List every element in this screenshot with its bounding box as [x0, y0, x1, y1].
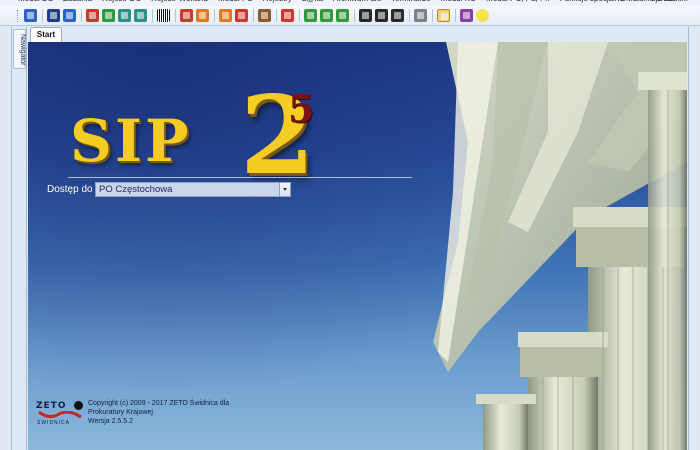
menu-item[interactable]: Archiwum akt — [333, 0, 381, 3]
table-add-icon[interactable] — [134, 9, 147, 22]
zeto-logo-text: ZETO — [36, 401, 67, 411]
menu-item[interactable]: Moduł KO — [441, 0, 477, 3]
folder-blue-icon[interactable] — [24, 9, 37, 22]
add-green-icon[interactable] — [336, 9, 349, 22]
toolbar-grip[interactable] — [17, 10, 19, 22]
menu-item[interactable]: Rejestr DC — [102, 0, 141, 3]
toolbar-buttons — [24, 9, 492, 22]
toolbar-separator — [214, 9, 215, 22]
menu-item[interactable]: Rejestry — [263, 0, 292, 3]
tab-start[interactable]: Start — [30, 27, 62, 43]
document-check-icon[interactable] — [391, 9, 404, 22]
folder-orange-icon[interactable] — [219, 9, 232, 22]
zeto-logo: ZETO ŚWIDNICA — [36, 401, 84, 427]
copy-green-icon[interactable] — [304, 9, 317, 22]
toolbar-separator — [354, 9, 355, 22]
lightbulb-icon[interactable] — [476, 9, 489, 22]
logo-superscript: 5 — [288, 86, 315, 131]
bookmark-red-icon[interactable] — [86, 9, 99, 22]
toolbar-separator — [253, 9, 254, 22]
toolbar-separator — [299, 9, 300, 22]
copyright-line-1: Copyright (c) 2009 - 2017 ZETO Świdnica … — [88, 400, 230, 407]
folder-add-icon[interactable] — [196, 9, 209, 22]
menu-items: Moduł DS Zadania Rejestr DC Rejestr Wokand M… — [18, 0, 688, 3]
hammer-icon[interactable] — [258, 9, 271, 22]
toolbar-separator — [152, 9, 153, 22]
edit-document-icon[interactable] — [118, 9, 131, 22]
logo-divider — [68, 177, 412, 178]
save-all-icon[interactable] — [63, 9, 76, 22]
menu-item[interactable]: Terminarze — [391, 0, 431, 3]
toolbar-separator — [455, 9, 456, 22]
dropdown-arrow-button[interactable] — [279, 183, 290, 196]
barcode-icon[interactable] — [157, 9, 170, 22]
right-border — [688, 27, 700, 450]
menu-item[interactable]: Rejestr Wokand — [151, 0, 208, 3]
calendar-icon[interactable] — [281, 9, 294, 22]
add-document-icon[interactable] — [102, 9, 115, 22]
document-green-icon[interactable] — [320, 9, 333, 22]
access-dropdown[interactable]: PO Częstochowa — [95, 182, 291, 197]
access-label: Dostęp do — [47, 184, 93, 195]
zeto-city-text: ŚWIDNICA — [37, 420, 70, 426]
copyright-line-2: Prokuratury Krajowej — [88, 409, 153, 416]
chevron-down-icon — [283, 188, 287, 191]
zeto-swoosh-icon — [38, 411, 82, 419]
menu-item[interactable]: Okno — [620, 0, 639, 3]
document-edit-icon[interactable] — [375, 9, 388, 22]
menu-item[interactable]: Moduł PS — [218, 0, 253, 3]
version-text: Wersja 2.5.5.2 — [88, 418, 134, 425]
save-blue-icon[interactable] — [47, 9, 60, 22]
menu-item[interactable]: Moduł DS — [18, 0, 53, 3]
navigator-tab[interactable]: Nawigator — [13, 29, 26, 69]
menu-item[interactable]: Pomoc — [651, 0, 676, 3]
copyright-text: Copyright (c) 2009 - 2017 ZETO Świdnica … — [88, 399, 229, 426]
gavel-icon[interactable] — [359, 9, 372, 22]
navigator-label: Nawigator — [19, 34, 26, 66]
document-tab-row: Start — [28, 27, 688, 43]
logo-sip-text: SIP — [70, 107, 192, 175]
zeto-logo-dot — [74, 401, 83, 410]
toolbar-separator — [175, 9, 176, 22]
document-red-icon[interactable] — [235, 9, 248, 22]
menu-item[interactable]: Moduł PC, Pa, Pn — [486, 0, 550, 3]
clipboard-icon[interactable] — [414, 9, 427, 22]
book-red-icon[interactable] — [180, 9, 193, 22]
menu-item[interactable]: Zadania — [63, 0, 92, 3]
eraser-icon[interactable] — [460, 9, 473, 22]
toolbar-separator — [81, 9, 82, 22]
menu-right-items: Okno Pomoc — [620, 0, 676, 3]
toolbar-separator — [42, 9, 43, 22]
menu-item[interactable]: Ł@ka — [302, 0, 323, 3]
toolbar-separator — [432, 9, 433, 22]
toolbar-separator — [276, 9, 277, 22]
courthouse-background-image — [433, 42, 687, 450]
toolbar-separator — [409, 9, 410, 22]
access-dropdown-value: PO Częstochowa — [99, 184, 173, 195]
envelope-icon[interactable] — [437, 9, 450, 22]
splash-panel: SIP 2 5 Dostęp do PO Częstochowa ZETO ŚW… — [28, 42, 687, 450]
menu-item[interactable]: Funkcje specjalne — [560, 0, 624, 3]
toolbar — [0, 6, 700, 26]
navigator-panel: Nawigator — [11, 27, 27, 450]
